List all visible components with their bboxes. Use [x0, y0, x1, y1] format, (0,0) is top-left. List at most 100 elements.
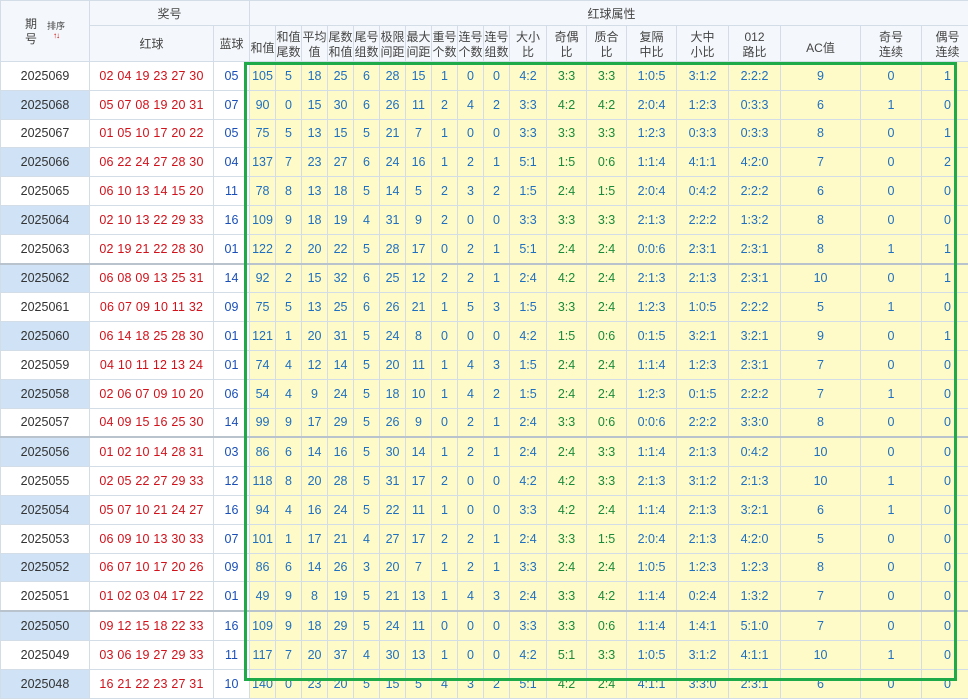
attr-cell-9: 2 [484, 90, 510, 119]
attr-header-5: 极限间距 [380, 26, 406, 62]
attr-cell-8: 3 [458, 669, 484, 698]
attr-cell-2: 12 [302, 350, 328, 379]
attr-cell-2: 20 [302, 467, 328, 496]
table-header: 期 号 排序 ↑↓ 奖号 红球属性 红球 蓝球 和值和值尾数平均值尾数和值尾号组… [1, 1, 968, 62]
attr-cell-18: 0 [922, 553, 968, 582]
blue-ball-header: 蓝球 [214, 26, 250, 62]
attr-cell-7: 1 [432, 640, 458, 669]
attr-cell-2: 18 [302, 205, 328, 234]
attr-header-3: 尾数和值 [328, 26, 354, 62]
attr-cell-3: 24 [328, 379, 354, 408]
attr-cell-7: 1 [432, 293, 458, 322]
attr-cell-16: 5 [781, 524, 861, 553]
attr-cell-17: 1 [861, 90, 922, 119]
attr-cell-12: 0:6 [587, 148, 627, 177]
attr-cell-9: 2 [484, 669, 510, 698]
attr-cell-2: 15 [302, 264, 328, 293]
attr-cell-0: 74 [250, 350, 276, 379]
attr-cell-17: 0 [861, 582, 922, 611]
attr-cell-7: 2 [432, 205, 458, 234]
attr-cell-4: 4 [354, 205, 380, 234]
attr-cell-15: 2:3:1 [729, 350, 781, 379]
attr-cell-4: 6 [354, 264, 380, 293]
red-ball-cell: 06 07 10 17 20 26 [90, 553, 214, 582]
attr-cell-1: 7 [276, 148, 302, 177]
attr-cell-1: 9 [276, 205, 302, 234]
attr-cell-1: 8 [276, 177, 302, 206]
attr-cell-4: 5 [354, 379, 380, 408]
issue-cell: 2025054 [1, 495, 90, 524]
attr-cell-0: 90 [250, 90, 276, 119]
attr-cell-8: 2 [458, 148, 484, 177]
table-row: 202506805 07 08 19 20 310790015306261124… [1, 90, 968, 119]
attr-cell-17: 1 [861, 640, 922, 669]
attr-cell-16: 6 [781, 495, 861, 524]
table-row: 202506206 08 09 13 25 311492215326251222… [1, 264, 968, 293]
prize-group-header: 奖号 [90, 1, 250, 26]
blue-ball-cell: 10 [214, 669, 250, 698]
attr-cell-13: 2:1:3 [627, 264, 677, 293]
attr-cell-7: 1 [432, 148, 458, 177]
attr-cell-2: 20 [302, 234, 328, 263]
attr-cell-7: 0 [432, 611, 458, 640]
attr-cell-9: 0 [484, 205, 510, 234]
attr-cell-5: 31 [380, 467, 406, 496]
attr-cell-12: 2:4 [587, 379, 627, 408]
attr-cell-4: 5 [354, 437, 380, 466]
attr-cell-8: 0 [458, 611, 484, 640]
red-ball-cell: 02 04 19 23 27 30 [90, 62, 214, 91]
attr-cell-6: 8 [406, 322, 432, 351]
attr-cell-1: 9 [276, 582, 302, 611]
issue-cell: 2025051 [1, 582, 90, 611]
issue-header[interactable]: 期 号 排序 ↑↓ [1, 1, 90, 62]
attr-cell-5: 18 [380, 379, 406, 408]
red-ball-cell: 03 06 19 27 29 33 [90, 640, 214, 669]
sort-button[interactable]: 排序 ↑↓ [47, 22, 65, 40]
attr-cell-15: 2:2:2 [729, 293, 781, 322]
attr-cell-3: 27 [328, 148, 354, 177]
attr-cell-6: 11 [406, 495, 432, 524]
attr-cell-15: 3:3:0 [729, 408, 781, 437]
attr-cell-8: 4 [458, 582, 484, 611]
issue-cell: 2025048 [1, 669, 90, 698]
attr-cell-5: 25 [380, 264, 406, 293]
red-ball-cell: 02 10 13 22 29 33 [90, 205, 214, 234]
blue-ball-cell: 01 [214, 234, 250, 263]
attr-cell-18: 0 [922, 408, 968, 437]
attr-cell-12: 1:5 [587, 524, 627, 553]
attr-cell-14: 2:2:2 [677, 408, 729, 437]
attr-cell-15: 2:1:3 [729, 467, 781, 496]
attr-cell-12: 3:3 [587, 640, 627, 669]
attr-cell-9: 1 [484, 234, 510, 263]
attr-cell-4: 5 [354, 119, 380, 148]
attr-cell-3: 15 [328, 119, 354, 148]
attr-cell-8: 2 [458, 553, 484, 582]
attr-cell-11: 4:2 [547, 669, 587, 698]
attr-cell-18: 1 [922, 322, 968, 351]
attr-cell-6: 11 [406, 611, 432, 640]
red-ball-header: 红球 [90, 26, 214, 62]
attr-cell-11: 2:4 [547, 177, 587, 206]
attr-cell-10: 2:4 [510, 524, 547, 553]
attr-cell-16: 7 [781, 582, 861, 611]
attr-cell-13: 0:1:5 [627, 322, 677, 351]
attr-header-15: 012路比 [729, 26, 781, 62]
attr-cell-5: 28 [380, 62, 406, 91]
red-ball-cell: 01 02 10 14 28 31 [90, 437, 214, 466]
attr-cell-13: 1:1:4 [627, 148, 677, 177]
attr-cell-9: 3 [484, 293, 510, 322]
attr-cell-11: 3:3 [547, 611, 587, 640]
attr-cell-6: 13 [406, 640, 432, 669]
attr-cell-17: 0 [861, 205, 922, 234]
attr-cell-4: 5 [354, 322, 380, 351]
attr-header-1: 和值尾数 [276, 26, 302, 62]
attr-cell-4: 5 [354, 408, 380, 437]
attr-cell-1: 6 [276, 553, 302, 582]
attr-cell-15: 0:3:3 [729, 119, 781, 148]
issue-cell: 2025053 [1, 524, 90, 553]
attr-cell-12: 2:4 [587, 234, 627, 263]
attr-cell-4: 5 [354, 611, 380, 640]
table-row: 202505101 02 03 04 17 220149981952113143… [1, 582, 968, 611]
red-ball-cell: 01 02 03 04 17 22 [90, 582, 214, 611]
issue-cell: 2025052 [1, 553, 90, 582]
